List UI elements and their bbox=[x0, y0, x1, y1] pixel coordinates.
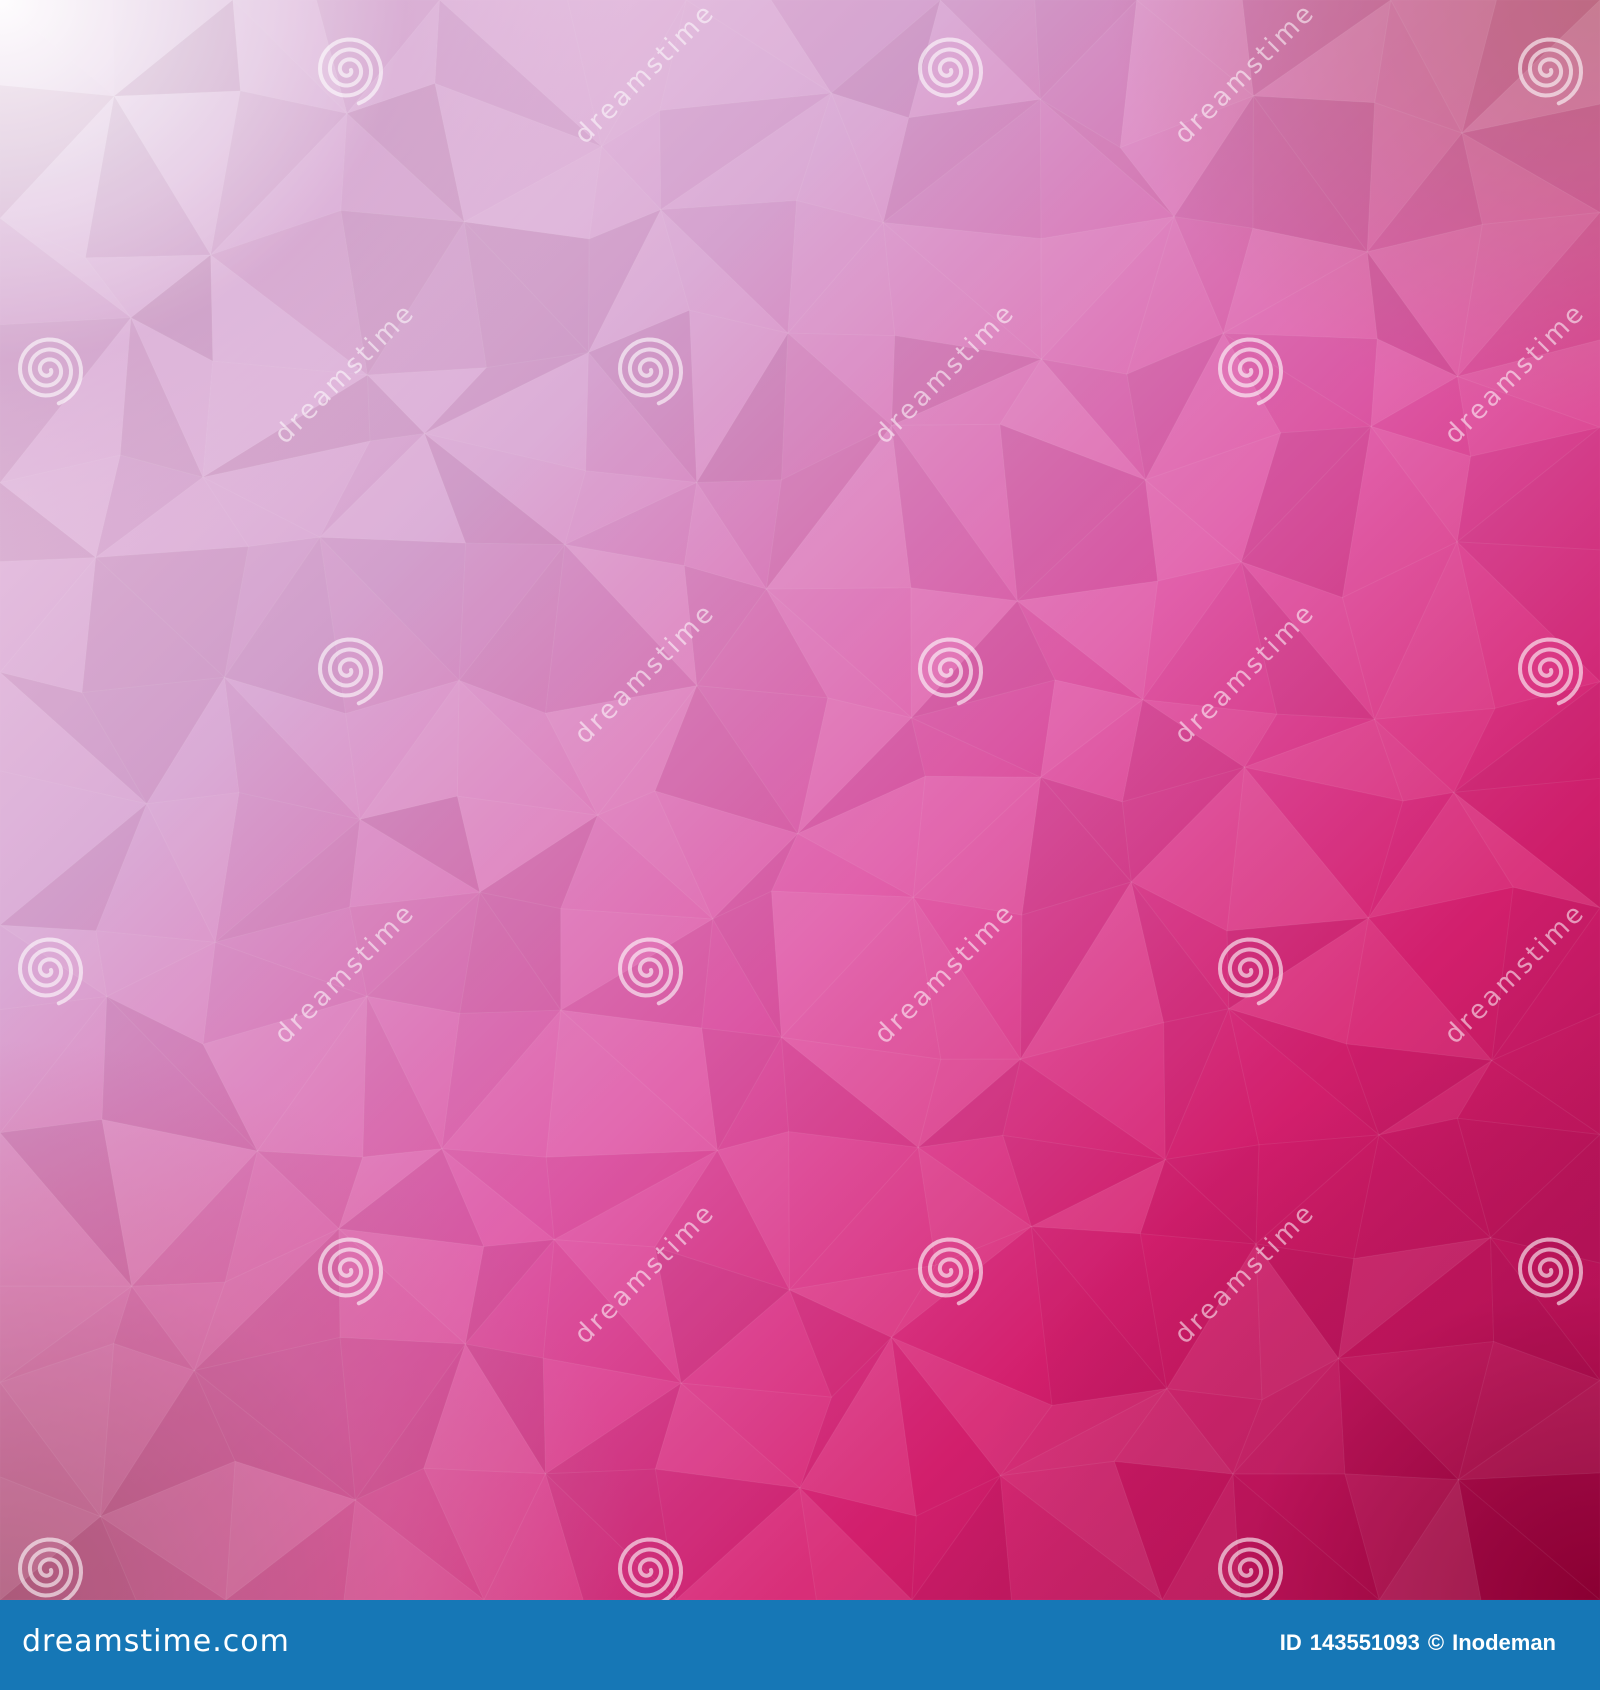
spiral-icon bbox=[17, 937, 84, 1006]
stock-image-page: dreamstime dreamstime dreamstime dreamstime… bbox=[0, 0, 1600, 1690]
spiral-icon bbox=[17, 337, 84, 406]
spiral-icon bbox=[1217, 937, 1284, 1006]
id-value: 143551093 bbox=[1309, 1630, 1420, 1655]
spiral-icon bbox=[1517, 1237, 1584, 1306]
spiral-icon bbox=[917, 637, 984, 706]
spiral-icon bbox=[1217, 1537, 1284, 1600]
spiral-icon bbox=[617, 937, 684, 1006]
spiral-icon bbox=[617, 1537, 684, 1600]
polygon-mesh bbox=[0, 0, 1600, 1600]
footer-bar: dreamstime.com ID 143551093 © Inodeman bbox=[0, 1600, 1600, 1690]
spiral-icon bbox=[1517, 637, 1584, 706]
spiral-icon bbox=[17, 1537, 84, 1600]
spiral-icon bbox=[317, 637, 384, 706]
author-name: Inodeman bbox=[1452, 1630, 1556, 1655]
spiral-icon bbox=[617, 337, 684, 406]
image-credit: ID 143551093 © Inodeman bbox=[1280, 1630, 1564, 1656]
spiral-icon bbox=[317, 37, 384, 106]
id-label: ID bbox=[1279, 1630, 1302, 1655]
spiral-icon bbox=[1517, 37, 1584, 106]
spiral-icon bbox=[917, 37, 984, 106]
copyright-symbol: © bbox=[1427, 1630, 1445, 1655]
spiral-icon bbox=[317, 1237, 384, 1306]
footer-logo[interactable]: dreamstime.com bbox=[22, 1624, 290, 1659]
spiral-icon bbox=[917, 1237, 984, 1306]
spiral-icon bbox=[1217, 337, 1284, 406]
low-poly-background: dreamstime dreamstime dreamstime dreamstime… bbox=[0, 0, 1600, 1600]
